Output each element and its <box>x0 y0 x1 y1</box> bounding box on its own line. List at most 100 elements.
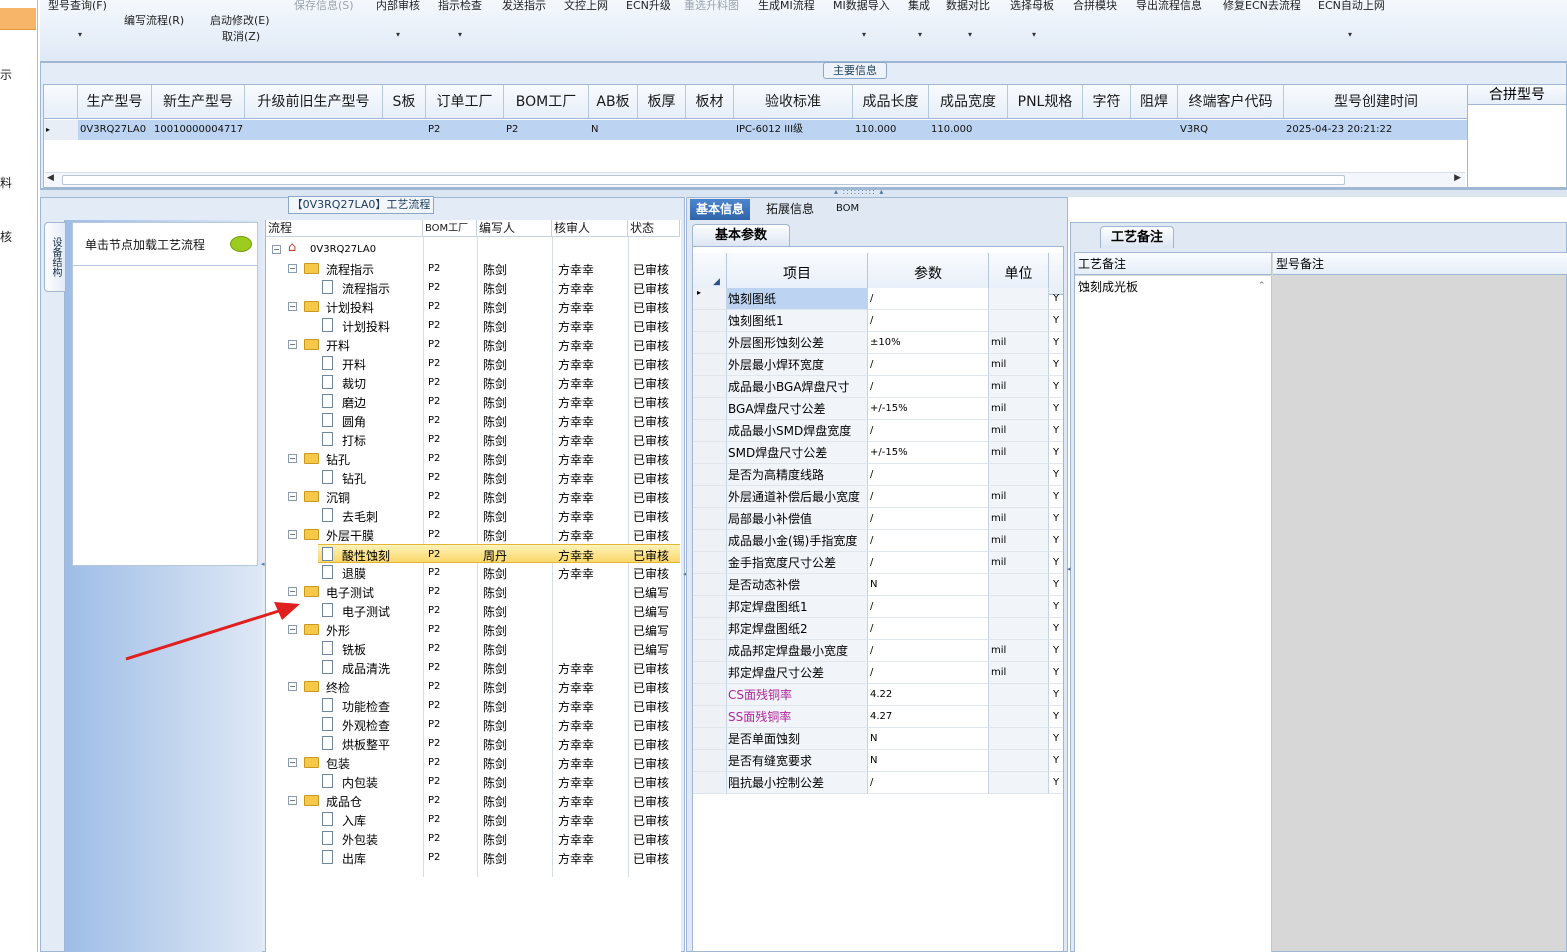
column-header[interactable]: AB板 <box>589 85 638 119</box>
param-row[interactable]: BGA焊盘尺寸公差 +/-15% mil Y <box>693 398 1063 420</box>
left-nav-item[interactable]: 料 <box>0 174 12 191</box>
tree-row[interactable]: 去毛刺 P2 陈剑 方幸幸 已审核 <box>266 506 680 525</box>
remark-column-header[interactable]: 工艺备注 <box>1075 253 1272 275</box>
scroll-right-icon[interactable]: ▶ <box>1454 173 1461 183</box>
internal-review-button[interactable]: 内部审核 <box>376 0 420 13</box>
integrate-button[interactable]: 集成 <box>908 0 930 13</box>
column-header[interactable]: PNL规格 <box>1008 85 1083 119</box>
param-item-cell[interactable]: 外层通道补偿后最小宽度 <box>727 486 868 508</box>
tab-basic-info[interactable]: 基本信息 <box>690 199 751 220</box>
param-unit-cell[interactable]: mil <box>989 420 1049 442</box>
generate-mi-flow-button[interactable]: 生成MI流程 <box>758 0 815 13</box>
param-unit-cell[interactable]: mil <box>989 442 1049 464</box>
row-indicator[interactable] <box>693 376 727 398</box>
table-cell[interactable]: P2 <box>504 120 589 140</box>
collapse-icon[interactable]: − <box>288 340 297 349</box>
param-row[interactable]: SS面残铜率 4.27 Y <box>693 706 1063 728</box>
param-row[interactable]: 是否为高精度线路 / Y <box>693 464 1063 486</box>
param-row[interactable]: 成品最小BGA焊盘尺寸 / mil Y <box>693 376 1063 398</box>
comment-bubble-icon[interactable] <box>230 236 252 252</box>
fix-ecn-flow-button[interactable]: 修复ECN去流程 <box>1223 0 1301 13</box>
left-nav-selected[interactable] <box>0 8 36 30</box>
param-row[interactable]: 外层最小焊环宽度 / mil Y <box>693 354 1063 376</box>
collapse-icon[interactable]: − <box>288 302 297 311</box>
param-unit-cell[interactable] <box>989 706 1049 728</box>
left-nav-item[interactable]: 示 <box>0 66 12 83</box>
param-item-cell[interactable]: 成品最小SMD焊盘宽度 <box>727 420 868 442</box>
param-row[interactable]: 外层图形蚀刻公差 ±10% mil Y <box>693 332 1063 354</box>
param-row[interactable]: 是否动态补偿 N Y <box>693 574 1063 596</box>
chevron-down-icon[interactable]: ▾ <box>458 30 462 39</box>
model-query-button[interactable]: 型号查询(F) <box>48 0 107 13</box>
table-cell[interactable]: P2 <box>426 120 504 140</box>
param-value-cell[interactable]: / <box>868 618 989 640</box>
param-unit-cell[interactable] <box>989 684 1049 706</box>
param-unit-cell[interactable]: mil <box>989 552 1049 574</box>
param-item-cell[interactable]: 外层图形蚀刻公差 <box>727 332 868 354</box>
left-nav-item[interactable]: 核 <box>0 228 12 245</box>
param-unit-cell[interactable] <box>989 750 1049 772</box>
param-unit-cell[interactable]: mil <box>989 354 1049 376</box>
collapse-icon[interactable]: − <box>272 245 281 254</box>
tab-bom[interactable]: BOM <box>830 199 865 220</box>
chevron-down-icon[interactable]: ▾ <box>1032 30 1036 39</box>
tree-row[interactable]: 外观检查 P2 陈剑 方幸幸 已审核 <box>266 715 680 734</box>
row-indicator[interactable] <box>693 486 727 508</box>
param-item-cell[interactable]: BGA焊盘尺寸公差 <box>727 398 868 420</box>
tree-row[interactable]: − 包装 P2 陈剑 方幸幸 已审核 <box>266 753 680 772</box>
param-item-cell[interactable]: 是否有缝宽要求 <box>727 750 868 772</box>
param-unit-cell[interactable] <box>989 574 1049 596</box>
column-header[interactable]: BOM工厂 <box>504 85 589 119</box>
chevron-down-icon[interactable]: ▾ <box>862 30 866 39</box>
tree-row[interactable]: 打标 P2 陈剑 方幸幸 已审核 <box>266 430 680 449</box>
row-indicator[interactable] <box>693 508 727 530</box>
row-indicator[interactable] <box>693 530 727 552</box>
remark-column-header[interactable]: 型号备注 <box>1273 253 1567 275</box>
tree-row[interactable]: 入库 P2 陈剑 方幸幸 已审核 <box>266 810 680 829</box>
write-flow-button[interactable]: 编写流程(R) <box>124 12 184 28</box>
param-item-cell[interactable]: SS面残铜率 <box>727 706 868 728</box>
tree-row[interactable]: 内包装 P2 陈剑 方幸幸 已审核 <box>266 772 680 791</box>
param-item-cell[interactable]: 外层最小焊环宽度 <box>727 354 868 376</box>
param-value-cell[interactable]: / <box>868 640 989 662</box>
param-unit-cell[interactable]: mil <box>989 398 1049 420</box>
param-item-cell[interactable]: 邦定焊盘图纸2 <box>727 618 868 640</box>
start-edit-button[interactable]: 启动修改(E) <box>210 12 270 28</box>
param-item-cell[interactable]: 阻抗最小控制公差 <box>727 772 868 794</box>
tree-row[interactable]: − 流程指示 P2 陈剑 方幸幸 已审核 <box>266 259 680 278</box>
tree-column-header[interactable]: 流程 <box>266 220 423 237</box>
tree-row[interactable]: 电子测试 P2 陈剑 已编写 <box>266 601 680 620</box>
chevron-down-icon[interactable]: ▾ <box>396 30 400 39</box>
param-item-cell[interactable]: 邦定焊盘尺寸公差 <box>727 662 868 684</box>
param-value-cell[interactable]: / <box>868 376 989 398</box>
tree-row[interactable]: 铣板 P2 陈剑 已编写 <box>266 639 680 658</box>
param-item-cell[interactable]: 蚀刻图纸1 <box>727 310 868 332</box>
collapse-left-grip[interactable]: ◂ <box>261 560 266 570</box>
tree-row[interactable]: − 终检 P2 陈剑 方幸幸 已审核 <box>266 677 680 696</box>
row-indicator[interactable] <box>693 442 727 464</box>
table-cell[interactable]: IPC-6012 III级 <box>734 120 853 140</box>
table-cell[interactable] <box>638 120 686 140</box>
tree-row[interactable]: 出库 P2 陈剑 方幸幸 已审核 <box>266 848 680 867</box>
data-compare-button[interactable]: 数据对比 <box>946 0 990 13</box>
param-value-cell[interactable]: / <box>868 508 989 530</box>
table-cell[interactable]: 10010000004717 <box>152 120 245 140</box>
tree-row[interactable]: 退膜 P2 陈剑 方幸幸 已审核 <box>266 563 680 582</box>
param-value-cell[interactable]: N <box>868 750 989 772</box>
tree-root-row[interactable]: − ⌂ 0V3RQ27LA0 <box>266 240 680 259</box>
scroll-left-icon[interactable]: ◀ <box>47 173 54 183</box>
tree-row[interactable]: − 外层干膜 P2 陈剑 方幸幸 已审核 <box>266 525 680 544</box>
row-indicator[interactable] <box>693 640 727 662</box>
param-item-cell[interactable]: 是否为高精度线路 <box>727 464 868 486</box>
collapse-icon[interactable]: − <box>288 264 297 273</box>
row-indicator[interactable] <box>693 706 727 728</box>
param-item-cell[interactable]: 蚀刻图纸 <box>727 288 868 310</box>
tree-row[interactable]: − 成品仓 P2 陈剑 方幸幸 已审核 <box>266 791 680 810</box>
chevron-down-icon[interactable]: ▾ <box>968 30 972 39</box>
table-cell[interactable] <box>1008 120 1083 140</box>
param-unit-cell[interactable] <box>989 310 1049 332</box>
row-indicator[interactable] <box>693 662 727 684</box>
param-row[interactable]: 邦定焊盘图纸1/ Y <box>693 596 1063 618</box>
scroll-up-icon[interactable]: ⌃ <box>1258 281 1266 291</box>
tree-row[interactable]: 外包装 P2 陈剑 方幸幸 已审核 <box>266 829 680 848</box>
